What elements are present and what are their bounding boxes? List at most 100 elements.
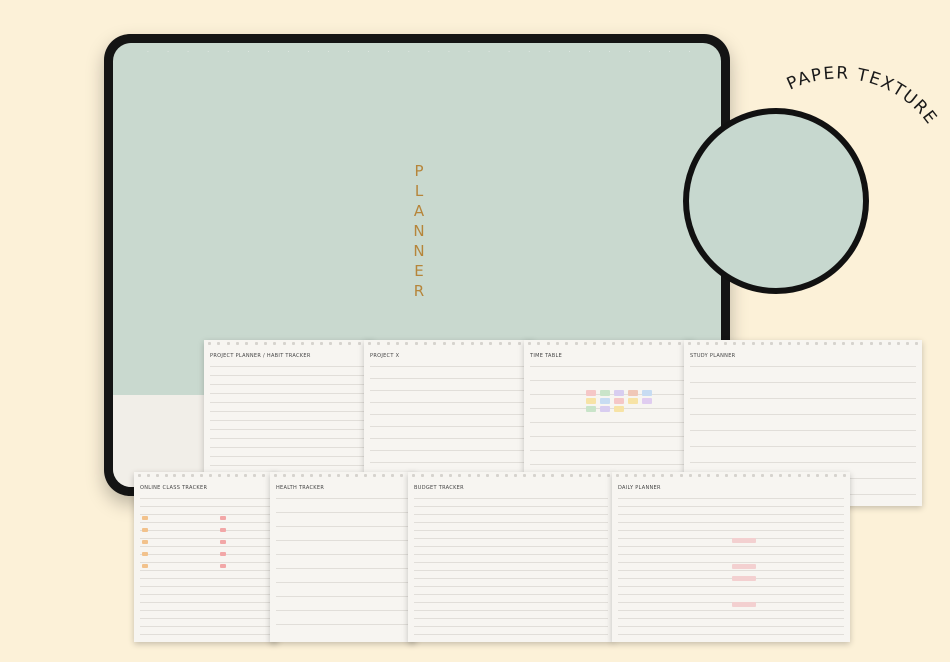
page-rule-line xyxy=(370,402,528,403)
page-color-cell xyxy=(628,390,638,396)
page-rule-line xyxy=(618,506,844,507)
tab-marker[interactable]: · xyxy=(147,49,149,57)
tab-marker[interactable]: · xyxy=(308,49,310,57)
page-color-cell xyxy=(614,398,624,404)
page-color-cell xyxy=(642,390,652,396)
page-color-cell xyxy=(732,576,756,581)
page-rule-line xyxy=(370,390,528,391)
page-health-tracker[interactable]: HEALTH TRACKER xyxy=(270,472,416,642)
tab-marker[interactable]: · xyxy=(488,49,490,57)
page-color-cell xyxy=(142,528,148,532)
page-rule-line xyxy=(414,530,608,531)
top-tab-bar[interactable]: · · · · · · · · · · · · · · · · · · · · · · · · · · · · xyxy=(147,49,691,57)
page-color-cell xyxy=(732,564,756,569)
page-color-cell xyxy=(220,540,226,544)
page-rule-line xyxy=(414,546,608,547)
tab-marker[interactable]: · xyxy=(328,49,330,57)
tab-marker[interactable]: · xyxy=(368,49,370,57)
page-rule-line xyxy=(276,596,410,597)
page-rule-line xyxy=(618,498,844,499)
page-rule-line xyxy=(276,498,410,499)
page-rule-line xyxy=(140,578,272,579)
page-rule-line xyxy=(618,578,844,579)
page-rule-line xyxy=(414,634,608,635)
tab-marker[interactable]: · xyxy=(348,49,350,57)
page-rule-line xyxy=(140,554,272,555)
page-rule-line xyxy=(140,562,272,563)
page-rule-line xyxy=(690,430,916,431)
tab-marker[interactable]: · xyxy=(287,49,289,57)
page-color-cell xyxy=(628,398,638,404)
page-rule-line xyxy=(690,414,916,415)
page-rule-line xyxy=(414,570,608,571)
page-rule-line xyxy=(414,602,608,603)
tab-marker[interactable]: · xyxy=(468,49,470,57)
page-title: TIME TABLE xyxy=(530,353,563,359)
page-rule-line xyxy=(210,420,368,421)
tab-marker[interactable]: · xyxy=(588,49,590,57)
page-rule-line xyxy=(210,429,368,430)
page-rule-line xyxy=(140,538,272,539)
page-rule-line xyxy=(414,578,608,579)
page-color-cell xyxy=(614,390,624,396)
page-rule-line xyxy=(530,450,688,451)
tab-marker[interactable]: · xyxy=(428,49,430,57)
page-rule-line xyxy=(414,562,608,563)
tab-marker[interactable]: · xyxy=(408,49,410,57)
tab-marker[interactable]: · xyxy=(388,49,390,57)
page-rule-line xyxy=(618,618,844,619)
page-rule-line xyxy=(530,464,688,465)
page-rule-line xyxy=(276,540,410,541)
page-daily-planner[interactable]: DAILY PLANNER xyxy=(612,472,850,642)
tab-marker[interactable]: · xyxy=(187,49,189,57)
page-tab-strip xyxy=(528,342,690,347)
page-rule-line xyxy=(140,570,272,571)
page-rule-line xyxy=(618,530,844,531)
page-online-class-tracker[interactable]: ONLINE CLASS TRACKER xyxy=(134,472,278,642)
page-rule-line xyxy=(690,398,916,399)
page-tab-strip xyxy=(688,342,918,347)
page-rule-line xyxy=(140,610,272,611)
page-color-cell xyxy=(600,406,610,412)
page-rule-line xyxy=(140,498,272,499)
page-project-x[interactable]: PROJECT X xyxy=(364,340,534,474)
page-rule-line xyxy=(414,594,608,595)
tab-marker[interactable]: · xyxy=(528,49,530,57)
tab-marker[interactable]: · xyxy=(227,49,229,57)
page-rule-line xyxy=(370,450,528,451)
tab-marker[interactable]: · xyxy=(689,49,691,57)
tab-marker[interactable]: · xyxy=(508,49,510,57)
tab-marker[interactable]: · xyxy=(448,49,450,57)
page-rule-line xyxy=(370,438,528,439)
page-color-cell xyxy=(600,398,610,404)
tab-marker[interactable]: · xyxy=(669,49,671,57)
page-budget-tracker[interactable]: BUDGET TRACKER xyxy=(408,472,614,642)
page-rule-line xyxy=(370,462,528,463)
page-title: PROJECT X xyxy=(370,353,400,359)
page-rule-line xyxy=(370,414,528,415)
tab-marker[interactable]: · xyxy=(649,49,651,57)
page-rule-line xyxy=(210,456,368,457)
page-rule-line xyxy=(414,522,608,523)
page-color-cell xyxy=(220,516,226,520)
tab-marker[interactable]: · xyxy=(608,49,610,57)
page-rule-line xyxy=(140,546,272,547)
page-rule-line xyxy=(618,586,844,587)
page-title: DAILY PLANNER xyxy=(618,485,661,491)
page-time-table[interactable]: TIME TABLE xyxy=(524,340,694,474)
page-rule-line xyxy=(276,624,410,625)
tab-marker[interactable]: · xyxy=(568,49,570,57)
page-project-planner[interactable]: PROJECT PLANNER / HABIT TRACKER xyxy=(204,340,374,474)
page-rule-line xyxy=(530,366,688,367)
tab-marker[interactable]: · xyxy=(548,49,550,57)
tab-marker[interactable]: · xyxy=(167,49,169,57)
tab-marker[interactable]: · xyxy=(247,49,249,57)
page-title: BUDGET TRACKER xyxy=(414,485,464,491)
page-color-cell xyxy=(586,398,596,404)
page-rule-line xyxy=(690,382,916,383)
tab-marker[interactable]: · xyxy=(629,49,631,57)
tab-marker[interactable]: · xyxy=(207,49,209,57)
tab-marker[interactable]: · xyxy=(267,49,269,57)
planner-title-letter: A xyxy=(413,202,425,220)
page-rule-line xyxy=(276,610,410,611)
